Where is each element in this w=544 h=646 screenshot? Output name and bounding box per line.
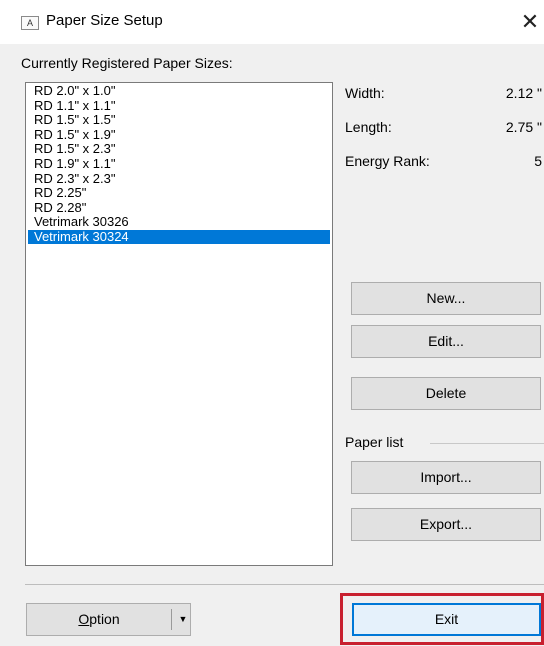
printer-dialog-icon: A	[21, 16, 39, 30]
length-label: Length:	[345, 119, 392, 135]
list-item[interactable]: RD 1.5" x 2.3"	[28, 142, 330, 156]
option-split-button[interactable]: Option ▼	[26, 603, 191, 636]
option-button[interactable]: Option	[27, 604, 171, 635]
option-separator	[171, 609, 172, 630]
list-item[interactable]: RD 1.5" x 1.5"	[28, 113, 330, 127]
export-button[interactable]: Export...	[351, 508, 541, 541]
window-title: Paper Size Setup	[46, 12, 163, 29]
length-value: 2.75 "	[505, 119, 542, 135]
option-mnemonic: O	[78, 611, 90, 627]
list-item[interactable]: RD 2.3" x 2.3"	[28, 171, 330, 186]
new-button[interactable]: New...	[351, 282, 541, 315]
paper-list-group-label: Paper list	[345, 434, 404, 450]
paper-sizes-heading: Currently Registered Paper Sizes:	[21, 55, 233, 71]
list-item[interactable]: RD 2.25"	[28, 186, 330, 200]
import-button[interactable]: Import...	[351, 461, 541, 494]
energy-rank-label: Energy Rank:	[345, 153, 430, 169]
paper-size-listbox[interactable]: RD 2.0" x 1.0" RD 1.1" x 1.1" RD 1.5" x 1.…	[25, 82, 333, 566]
list-item[interactable]: RD 1.1" x 1.1"	[28, 98, 330, 113]
option-label-rest: ption	[89, 611, 120, 627]
title-bar: A Paper Size Setup ✕	[0, 0, 544, 44]
close-icon[interactable]: ✕	[518, 8, 542, 36]
footer-divider	[25, 584, 544, 585]
list-item[interactable]: RD 2.0" x 1.0"	[28, 84, 330, 98]
list-item[interactable]: RD 1.5" x 1.9"	[28, 127, 330, 142]
list-item[interactable]: Vetrimark 30326	[28, 215, 330, 229]
list-item[interactable]: Vetrimark 30324	[28, 230, 330, 244]
width-value: 2.12 "	[505, 85, 542, 101]
edit-button[interactable]: Edit...	[351, 325, 541, 358]
energy-rank-value: 5	[534, 153, 542, 169]
group-divider	[430, 443, 544, 444]
list-item[interactable]: RD 1.9" x 1.1"	[28, 157, 330, 171]
list-item[interactable]: RD 2.28"	[28, 200, 330, 215]
exit-button[interactable]: Exit	[352, 603, 541, 636]
chevron-down-icon[interactable]: ▼	[176, 604, 190, 635]
delete-button[interactable]: Delete	[351, 377, 541, 410]
width-label: Width:	[345, 85, 385, 101]
